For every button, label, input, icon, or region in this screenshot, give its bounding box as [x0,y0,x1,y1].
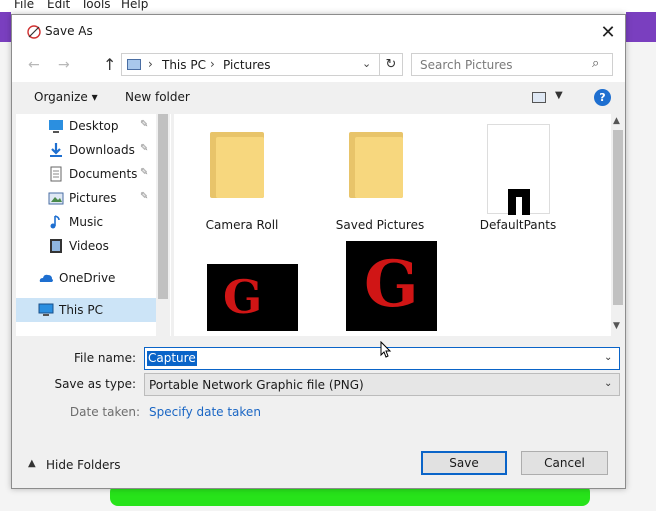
this-pc-icon [38,303,54,316]
view-options-icon[interactable] [532,92,546,103]
close-icon: ✕ [600,21,616,43]
search-input[interactable]: Search Pictures ⌕ [411,53,613,76]
save-as-dialog: Save As ✕ ← → ↑ › This PC › Pictures ⌄ ↻… [11,14,626,489]
documents-icon [50,166,62,182]
nav-item-documents[interactable]: Documents ✎ [16,162,156,186]
image-thumbnail-g-small[interactable]: G [207,264,298,331]
up-icon[interactable]: ↑ [103,55,116,74]
search-icon: ⌕ [592,56,600,71]
folder-icon-front [355,137,403,198]
menu-tools[interactable]: Tools [81,0,111,11]
nav-label-documents: Documents [69,167,138,181]
dialog-toolbar: Organize ▾ New folder ▼ ? [12,82,625,114]
download-icon [50,143,62,157]
red-g-icon: G [223,270,263,324]
file-list-scrollbar[interactable]: ▲ ▼ [611,114,625,336]
chevron-down-icon[interactable]: ⌄ [604,378,612,389]
back-icon[interactable]: ← [28,57,40,73]
address-dropdown-icon[interactable]: ⌄ [362,57,371,70]
menu-edit[interactable]: Edit [47,0,70,11]
close-button[interactable]: ✕ [595,19,621,45]
folder-camera-roll[interactable] [210,132,264,198]
desktop-icon [49,120,63,133]
hide-folders-label: Hide Folders [46,458,121,472]
videos-icon [50,239,62,253]
file-list-scroll-thumb[interactable] [613,130,623,305]
image-thumbnail-g-large[interactable]: G [346,241,437,331]
background-purple-panel [0,12,11,42]
breadcrumb-this-pc[interactable]: This PC [162,58,206,72]
file-label-defaultpants[interactable]: DefaultPants [452,218,584,232]
scroll-up-icon[interactable]: ▲ [613,116,620,126]
this-pc-icon [127,59,141,70]
nav-label-this-pc: This PC [59,303,103,317]
nav-item-onedrive[interactable]: OneDrive [16,266,156,290]
refresh-icon[interactable]: ↻ [379,54,402,75]
nav-label-onedrive: OneDrive [59,271,116,285]
file-name-label: File name: [74,351,136,365]
file-label-saved-pictures[interactable]: Saved Pictures [314,218,446,232]
nav-item-desktop[interactable]: Desktop ✎ [16,114,156,138]
address-bar[interactable]: › This PC › Pictures ⌄ ↻ [121,53,403,76]
nav-label-videos: Videos [69,239,109,253]
file-label-camera-roll[interactable]: Camera Roll [176,218,308,232]
pants-gap [516,197,522,215]
search-placeholder: Search Pictures [420,58,513,72]
nav-label-music: Music [69,215,104,229]
file-list: Camera Roll Saved Pictures DefaultPants … [174,114,611,336]
view-dropdown-icon[interactable]: ▼ [555,90,563,101]
nav-pane-scroll-thumb[interactable] [158,114,168,299]
new-folder-button[interactable]: New folder [125,90,190,104]
dialog-title: Save As [45,24,93,38]
cancel-button[interactable]: Cancel [521,451,608,475]
background-menubar: File Edit Tools Help [0,0,656,14]
dialog-titlebar: Save As ✕ [12,15,625,48]
nav-item-pictures[interactable]: Pictures ✎ [16,186,156,210]
save-as-type-select[interactable]: Portable Network Graphic file (PNG) ⌄ [144,373,620,396]
file-name-value[interactable]: Capture [147,351,197,366]
music-icon [50,215,60,229]
breadcrumb-separator: › [148,57,153,71]
date-taken-label: Date taken: [69,405,140,419]
background-purple-panel-right [626,12,656,42]
image-thumbnail-defaultpants[interactable] [487,124,550,215]
onedrive-icon [39,274,53,282]
chevron-up-icon: ▲ [28,458,36,469]
save-as-type-value: Portable Network Graphic file (PNG) [149,378,364,392]
nav-item-this-pc[interactable]: This PC [16,298,156,322]
help-icon[interactable]: ? [594,89,611,106]
nav-item-music[interactable]: Music [16,210,156,234]
red-g-icon: G [364,247,419,322]
nav-label-pictures: Pictures [69,191,117,205]
navigation-bar: ← → ↑ › This PC › Pictures ⌄ ↻ Search Pi… [12,48,625,82]
save-button[interactable]: Save [421,451,507,475]
file-name-dropdown-icon[interactable]: ⌄ [604,352,612,363]
organize-button[interactable]: Organize ▾ [34,90,98,104]
specify-date-taken-link[interactable]: Specify date taken [149,405,261,419]
folder-icon-front [216,137,264,198]
pin-icon: ✎ [140,167,149,178]
mouse-cursor-icon [380,341,392,358]
save-as-type-label: Save as type: [54,377,136,391]
pin-icon: ✎ [140,143,149,154]
nav-item-videos[interactable]: Videos [16,234,156,258]
pin-icon: ✎ [140,191,149,202]
pin-icon: ✎ [140,119,149,130]
folder-saved-pictures[interactable] [349,132,403,198]
nav-pane-scrollbar[interactable] [156,114,170,336]
breadcrumb-pictures[interactable]: Pictures [223,58,271,72]
nav-label-desktop: Desktop [69,119,119,133]
paint-app-icon [27,25,41,39]
navigation-pane: Desktop ✎ Downloads ✎ Documents ✎ Pictur… [16,114,171,336]
nav-label-downloads: Downloads [69,143,135,157]
forward-icon[interactable]: → [58,57,70,73]
nav-item-downloads[interactable]: Downloads ✎ [16,138,156,162]
menu-file[interactable]: File [14,0,34,11]
scroll-down-icon[interactable]: ▼ [613,321,620,331]
pictures-icon [48,192,64,205]
breadcrumb-separator: › [210,57,215,71]
menu-help[interactable]: Help [121,0,148,11]
